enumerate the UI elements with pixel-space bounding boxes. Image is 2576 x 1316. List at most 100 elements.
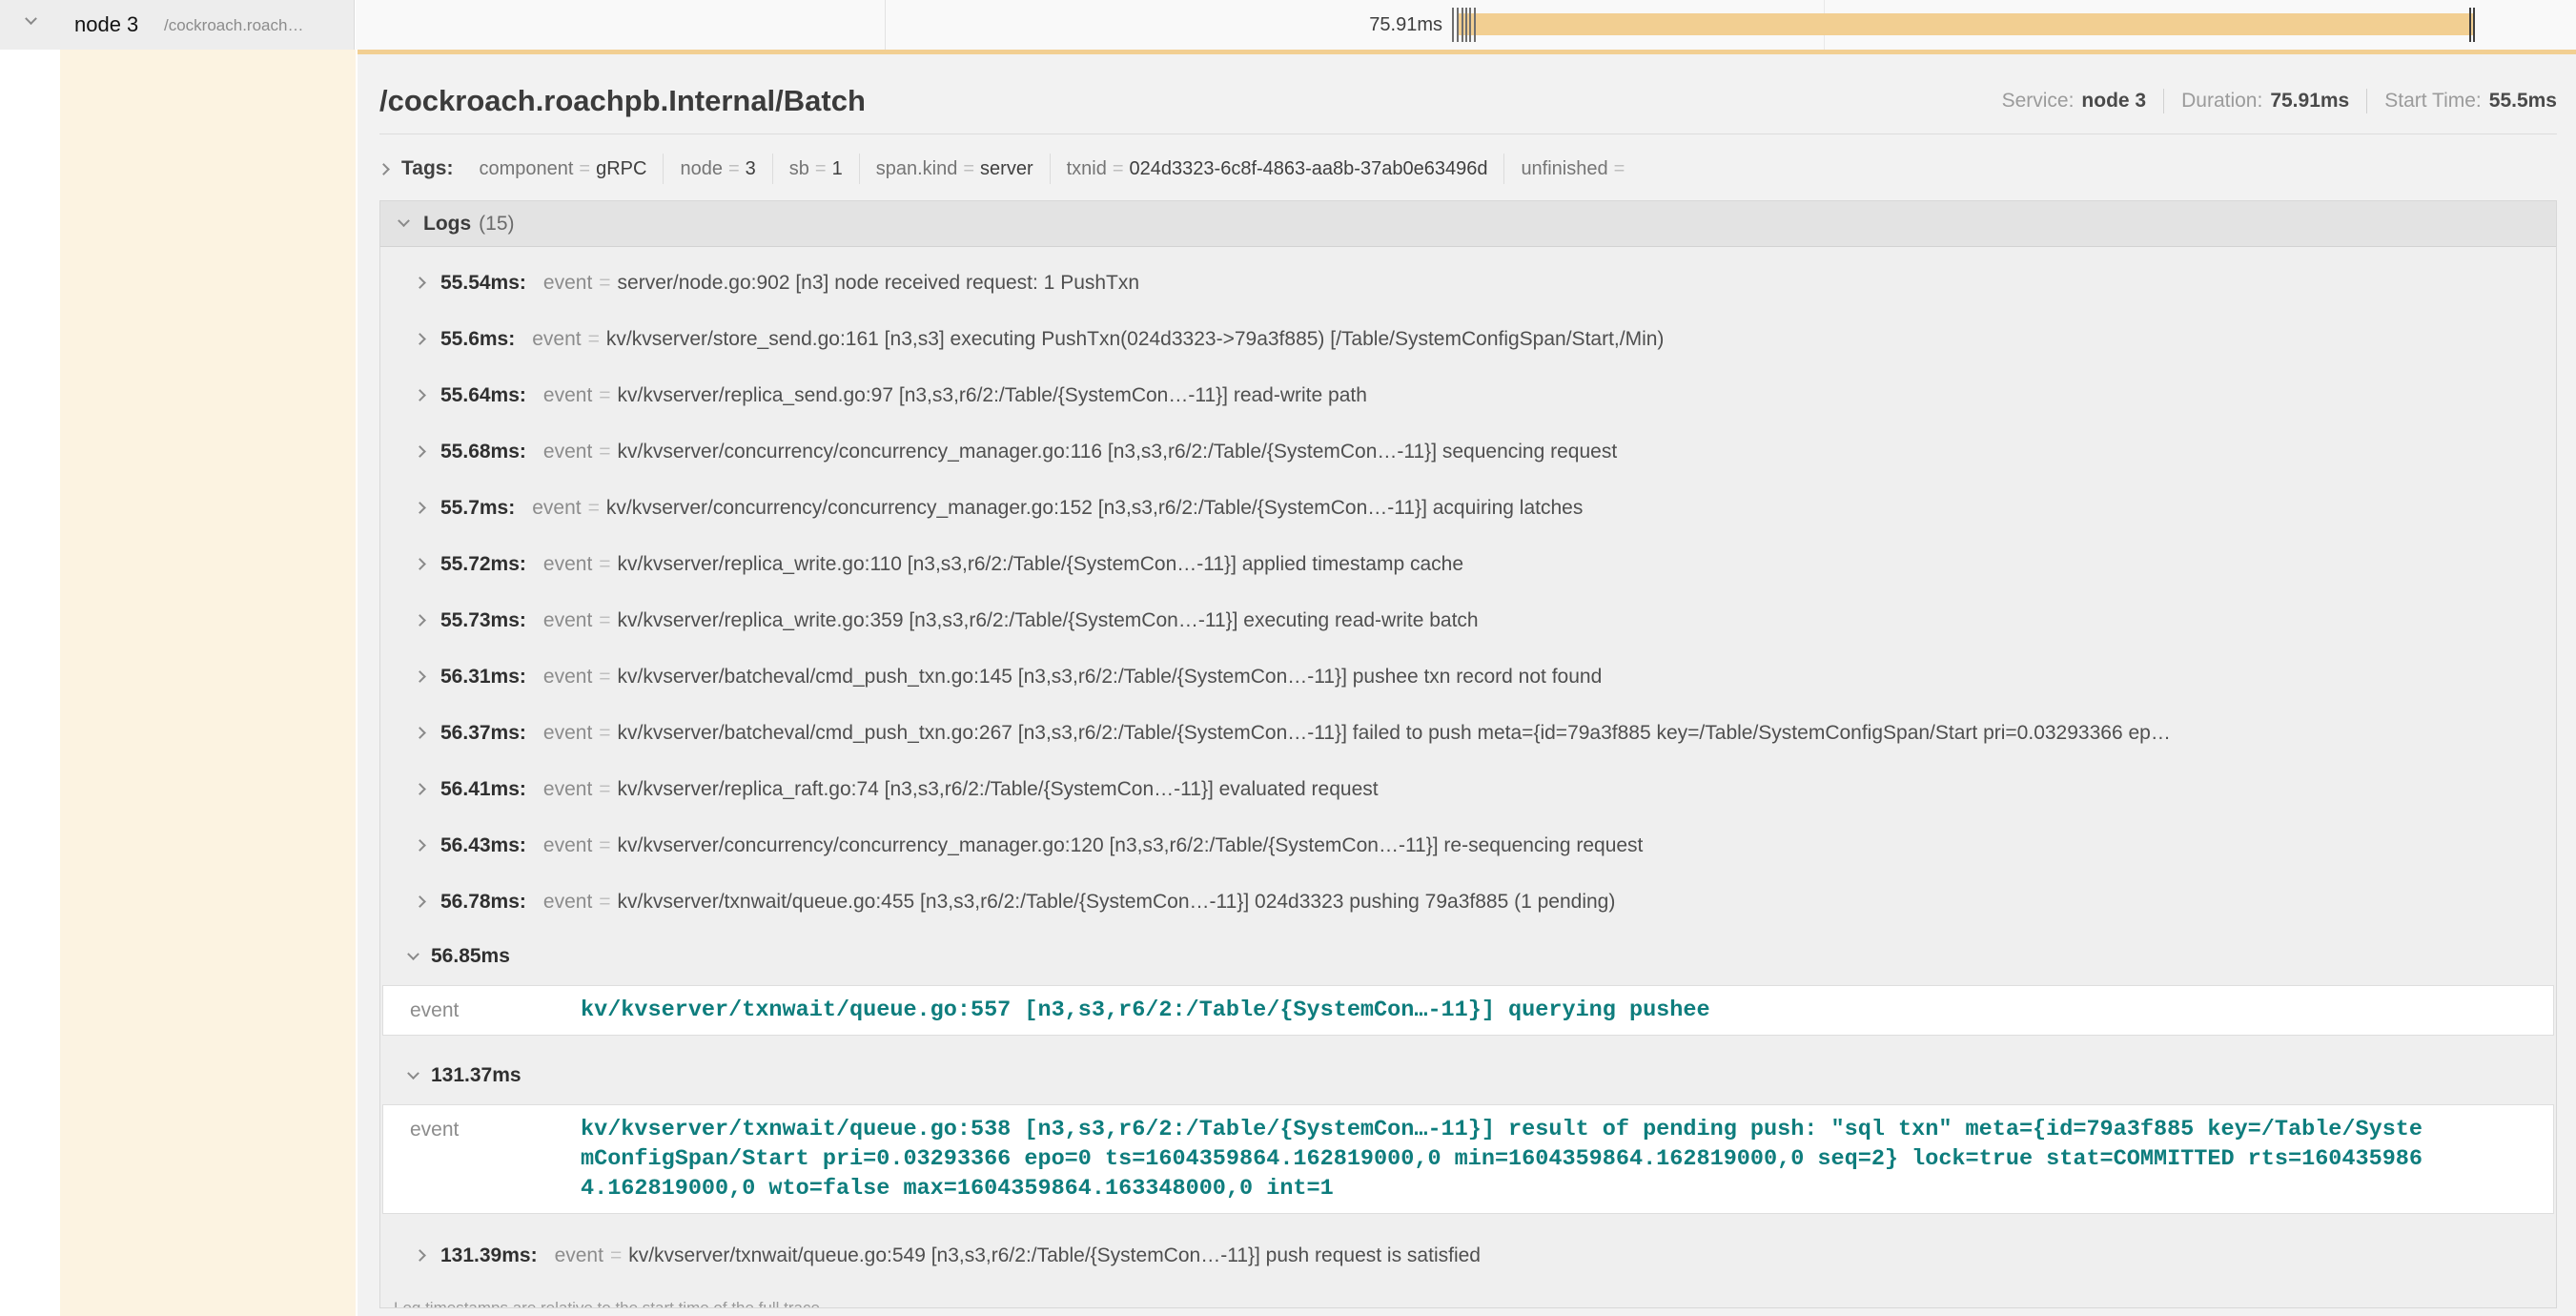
tag-value: 024d3323-6c8f-4863-aa8b-37ab0e63496d [1130, 158, 1488, 180]
log-row[interactable]: 55.68ms: event=kv/kvserver/concurrency/c… [380, 423, 2556, 480]
log-field-value: kv/kvserver/concurrency/concurrency_mana… [606, 497, 1583, 519]
log-row-expanded-header[interactable]: 131.37ms [380, 1049, 2556, 1102]
log-field-value: kv/kvserver/txnwait/queue.go:538 [n3,s3,… [581, 1115, 2430, 1203]
log-equals: = [599, 778, 610, 800]
log-timestamp: 55.72ms: [440, 553, 526, 576]
tags-toggle[interactable]: Tags: [379, 157, 453, 180]
span-timeline-cell[interactable]: 75.91ms [356, 0, 2576, 50]
log-marker-tick [1474, 8, 1476, 42]
log-row[interactable]: 55.73ms: event=kv/kvserver/replica_write… [380, 592, 2556, 648]
tag-key: node [680, 158, 723, 180]
logs-title: Logs [423, 213, 471, 236]
log-field-value: server/node.go:902 [n3] node received re… [618, 272, 1140, 294]
chevron-right-icon [414, 895, 426, 908]
tag-key: span.kind [876, 158, 958, 180]
start-time-label: Start Time: [2384, 90, 2482, 113]
log-text: event=kv/kvserver/store_send.go:161 [n3,… [532, 328, 1664, 351]
trace-detail-view: node 3 /cockroach.roach… 75.91ms /cockro… [0, 0, 2576, 1316]
log-equals: = [599, 666, 610, 688]
log-timestamp: 55.6ms: [440, 328, 515, 351]
chevron-down-icon [398, 215, 410, 227]
log-timestamp: 131.37ms [431, 1064, 521, 1087]
chevron-right-icon [414, 614, 426, 627]
chevron-down-icon [407, 1067, 419, 1080]
tag-equals: = [728, 158, 740, 180]
start-time-value: 55.5ms [2489, 90, 2557, 113]
log-field-name: event [555, 1244, 603, 1266]
log-field-name: event [543, 272, 592, 294]
log-marker-tick [1469, 8, 1471, 42]
log-text: event=kv/kvserver/txnwait/queue.go:549 [… [555, 1244, 1481, 1267]
log-row[interactable]: 56.31ms: event=kv/kvserver/batcheval/cmd… [380, 648, 2556, 705]
log-entry-expanded: 56.85ms event kv/kvserver/txnwait/queue.… [380, 930, 2556, 1036]
log-field-value: kv/kvserver/concurrency/concurrency_mana… [618, 834, 1644, 856]
span-detail-header: /cockroach.roachpb.Internal/Batch Servic… [379, 73, 2557, 134]
log-row[interactable]: 55.72ms: event=kv/kvserver/replica_write… [380, 536, 2556, 592]
log-row[interactable]: 55.64ms: event=kv/kvserver/replica_send.… [380, 367, 2556, 423]
log-field-name: event [543, 722, 592, 744]
log-timestamp: 56.78ms: [440, 891, 526, 914]
meta-divider [2163, 89, 2164, 113]
log-row[interactable]: 56.78ms: event=kv/kvserver/txnwait/queue… [380, 874, 2556, 930]
log-timestamp: 131.39ms: [440, 1244, 538, 1267]
log-marker-tick [2469, 8, 2471, 42]
tag-equals: = [579, 158, 590, 180]
log-text: event=kv/kvserver/replica_write.go:359 [… [543, 609, 1479, 632]
chevron-right-icon [378, 163, 390, 175]
logs-header[interactable]: Logs (15) [380, 201, 2556, 247]
log-field-value: kv/kvserver/batcheval/cmd_push_txn.go:26… [618, 722, 2171, 744]
log-text: event=kv/kvserver/concurrency/concurrenc… [532, 497, 1583, 520]
chevron-right-icon [414, 333, 426, 345]
chevron-right-icon [414, 445, 426, 458]
log-field-value: kv/kvserver/txnwait/queue.go:455 [n3,s3,… [618, 891, 1616, 913]
log-marker-tick [1457, 8, 1459, 42]
chevron-down-icon[interactable] [25, 12, 37, 25]
log-row[interactable]: 55.54ms: event=server/node.go:902 [n3] n… [380, 255, 2556, 311]
log-field-name: event [532, 328, 581, 350]
duration-label: Duration: [2181, 90, 2262, 113]
log-fields-card: event kv/kvserver/txnwait/queue.go:557 [… [382, 985, 2554, 1036]
chevron-right-icon [414, 839, 426, 852]
tag-item: node = 3 [663, 154, 771, 184]
span-detail-meta: Service: node 3 Duration: 75.91ms Start … [2002, 73, 2557, 129]
log-field-value: kv/kvserver/batcheval/cmd_push_txn.go:14… [618, 666, 1603, 688]
log-timestamp: 55.54ms: [440, 272, 526, 295]
tag-equals: = [963, 158, 974, 180]
tag-value: gRPC [596, 158, 646, 180]
log-marker-tick [1462, 8, 1463, 42]
tag-value: 1 [832, 158, 843, 180]
log-fields-card: event kv/kvserver/txnwait/queue.go:538 [… [382, 1104, 2554, 1214]
log-field-value: kv/kvserver/replica_send.go:97 [n3,s3,r6… [618, 384, 1367, 406]
log-row[interactable]: 56.43ms: event=kv/kvserver/concurrency/c… [380, 817, 2556, 874]
log-field-name: event [532, 497, 581, 519]
log-field-value: kv/kvserver/store_send.go:161 [n3,s3] ex… [606, 328, 1665, 350]
log-timestamp: 56.85ms [431, 945, 510, 968]
log-field-value: kv/kvserver/txnwait/queue.go:549 [n3,s3,… [628, 1244, 1481, 1266]
tag-item: txnid = 024d3323-6c8f-4863-aa8b-37ab0e63… [1050, 154, 1504, 184]
tags-list: component = gRPC node = 3 sb = 1 span.ki… [462, 148, 1646, 190]
tag-item: unfinished = [1503, 154, 1646, 184]
span-row[interactable]: node 3 /cockroach.roach… 75.91ms [0, 0, 2576, 50]
span-name-cell[interactable]: node 3 /cockroach.roach… [0, 0, 355, 50]
log-field-value: kv/kvserver/concurrency/concurrency_mana… [618, 441, 1618, 463]
log-field-name: event [543, 441, 592, 463]
chevron-down-icon [407, 948, 419, 960]
log-entry-expanded: 131.37ms event kv/kvserver/txnwait/queue… [380, 1049, 2556, 1214]
log-row[interactable]: 56.41ms: event=kv/kvserver/replica_raft.… [380, 761, 2556, 817]
log-field-value: kv/kvserver/replica_write.go:359 [n3,s3,… [618, 609, 1479, 631]
span-duration-bar[interactable] [1457, 13, 2473, 35]
service-label: Service: [2002, 90, 2075, 113]
log-row[interactable]: 55.7ms: event=kv/kvserver/concurrency/co… [380, 480, 2556, 536]
log-row[interactable]: 131.39ms: event=kv/kvserver/txnwait/queu… [380, 1227, 2556, 1284]
log-row[interactable]: 55.6ms: event=kv/kvserver/store_send.go:… [380, 311, 2556, 367]
chevron-right-icon [414, 727, 426, 739]
tag-item: span.kind = server [859, 154, 1050, 184]
log-field-name: event [543, 609, 592, 631]
tag-equals: = [1614, 158, 1625, 180]
span-service-name: node 3 [74, 0, 138, 50]
log-marker-tick [2473, 8, 2475, 42]
tag-key: txnid [1067, 158, 1107, 180]
log-row[interactable]: 56.37ms: event=kv/kvserver/batcheval/cmd… [380, 705, 2556, 761]
tag-equals: = [815, 158, 827, 180]
log-row-expanded-header[interactable]: 56.85ms [380, 930, 2556, 983]
